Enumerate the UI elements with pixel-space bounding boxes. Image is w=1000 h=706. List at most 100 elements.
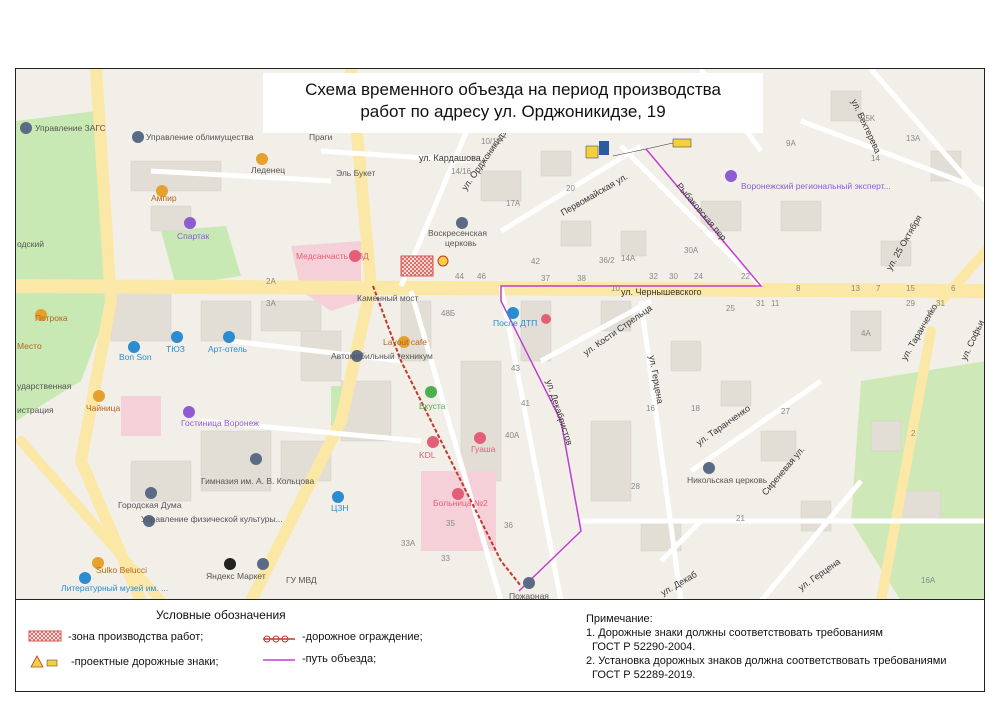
house-number: 30A (684, 246, 699, 255)
poi-potroka: Потрока (35, 313, 68, 323)
poi-ledenets: Леденец (251, 165, 285, 175)
house-number: 11 (771, 299, 780, 308)
zone-symbol (28, 630, 62, 642)
notes-heading: Примечание: (586, 613, 653, 625)
pink-block-west (121, 396, 161, 436)
signs-symbol (30, 655, 58, 668)
poi-zags: Управление ЗАГС (35, 123, 106, 133)
fence-symbol (263, 635, 295, 643)
legend-panel: Условные обозначения -зона производства … (15, 600, 985, 692)
poi-nikolsk: Никольская церковь (687, 475, 768, 485)
house-number: 16A (921, 576, 936, 585)
poi-sulko: Sulko Belucci (96, 565, 147, 575)
work-zone (400, 255, 434, 277)
house-number: 20 (566, 184, 575, 193)
poi-registratsiya: истрация (17, 405, 54, 415)
house-number: 14 (871, 154, 880, 163)
house-number: 25 (726, 304, 735, 313)
legend-signs: -проектные дорожные знаки; (71, 656, 219, 668)
poi-voskr-1: Воскресенская (428, 228, 487, 238)
house-number: 31 (936, 299, 945, 308)
poi-pozharnaya: Пожарная (509, 591, 549, 600)
poi-art-hotel: Арт-отель (208, 344, 248, 354)
house-number: 48Б (441, 309, 455, 318)
house-number: 4A (861, 329, 871, 338)
house-number: 22 (741, 272, 750, 281)
house-number: 2 (911, 429, 916, 438)
house-number: 42 (531, 257, 540, 266)
note-2-line-2: ГОСТ Р 52289-2019. (592, 669, 696, 681)
house-number: 38 (577, 274, 586, 283)
note-1-line-2: ГОСТ Р 52290-2004. (592, 641, 696, 653)
poi-praga: Праги (309, 132, 333, 142)
poi-lit-muzey: Литературный музей им. ... (61, 583, 168, 593)
poi-gorod-duma: Городская Дума (118, 500, 182, 510)
house-number: 33 (441, 554, 450, 563)
house-number: 43 (511, 364, 520, 373)
title-box: Схема временного объезда на период произ… (263, 73, 763, 133)
house-number: 46 (477, 272, 486, 281)
house-number: 21 (736, 514, 745, 523)
poi-yandex: Яндекс Маркет (206, 571, 266, 581)
house-number: 35 (446, 519, 455, 528)
poi-guasha: Гуаша (471, 444, 496, 454)
poi-el-buket: Эль Букет (336, 168, 375, 178)
house-number: 14/16 (451, 167, 472, 176)
house-number: 15 (906, 284, 915, 293)
house-number: 32 (649, 272, 658, 281)
notes-block: Примечание: 1. Дорожные знаки должны соо… (586, 612, 946, 682)
house-number: 28 (631, 482, 640, 491)
house-number: 31 (756, 299, 765, 308)
note-1-line-1: 1. Дорожные знаки должны соответствовать… (586, 627, 883, 639)
poi-vodsk: одский (17, 239, 44, 249)
title-line-1: Схема временного объезда на период произ… (305, 80, 721, 99)
poi-gu-mvd: ГУ МВД (286, 575, 317, 585)
poi-spartak: Спартак (177, 231, 210, 241)
poi-gostinitsa: Гостиница Воронеж (181, 418, 259, 428)
poi-gimnaziya: Гимназия им. А. В. Кольцова (201, 476, 315, 486)
house-number: 9A (786, 139, 796, 148)
house-number: 10 (611, 284, 620, 293)
house-number: 8 (796, 284, 801, 293)
house-number: 33A (401, 539, 416, 548)
legend-title: Условные обозначения (156, 608, 286, 622)
house-number: 6 (951, 284, 956, 293)
house-number: 41 (521, 399, 530, 408)
house-number: 2A (266, 277, 276, 286)
poi-kamenny: Каменный мост (357, 293, 419, 303)
poi-chainitsa: Чайница (86, 403, 120, 413)
house-number: 17A (506, 199, 521, 208)
poi-oblimush: Управление облимущества (146, 132, 254, 142)
poi-voskr-2: церковь (445, 238, 477, 248)
poi-kdl: KDL (419, 450, 436, 460)
street-chernyshevskogo: ул. Чернышевского (621, 287, 702, 297)
poi-posle-dtp: После ДТП (493, 318, 537, 328)
house-number: 27 (781, 407, 790, 416)
poi-mesto: Место (17, 341, 42, 351)
house-number: 29 (906, 299, 915, 308)
poi-ampir: Ампир (151, 193, 177, 203)
house-number: 30 (669, 272, 678, 281)
house-number: 13 (851, 284, 860, 293)
poi-bolnitsa: Больница №2 (433, 498, 488, 508)
house-number: 36/2 (599, 256, 615, 265)
house-number: 16 (646, 404, 655, 413)
poi-avtomob: Автомобильный техникум (331, 351, 433, 361)
house-number: 1 (926, 309, 931, 318)
poi-tyuz: ТЮЗ (166, 344, 185, 354)
house-number: 35K (861, 114, 876, 123)
poi-layout-cafe: Layout cafe (383, 337, 427, 347)
poi-upr-kult: Управление физической культуры... (141, 514, 283, 524)
poi-vkusta: Вкуста (419, 401, 446, 411)
poi-gosud: ударственная (17, 381, 72, 391)
poi-czn: ЦЗН (331, 503, 349, 513)
legend-fence: -дорожное ограждение; (302, 631, 423, 643)
house-number: 14A (621, 254, 636, 263)
detour-symbol (263, 659, 295, 661)
title-line-2: работ по адресу ул. Орджоникидзе, 19 (360, 102, 666, 121)
note-2-line-1: 2. Установка дорожных знаков должна соот… (586, 655, 947, 667)
map-frame: ул. Чернышевского ул. Орджоникидзе ул. К… (15, 68, 985, 600)
house-number: 44 (455, 272, 464, 281)
poi-medsanchast: Медсанчасть МВД (296, 251, 369, 261)
city-map[interactable]: ул. Чернышевского ул. Орджоникидзе ул. К… (16, 69, 985, 600)
